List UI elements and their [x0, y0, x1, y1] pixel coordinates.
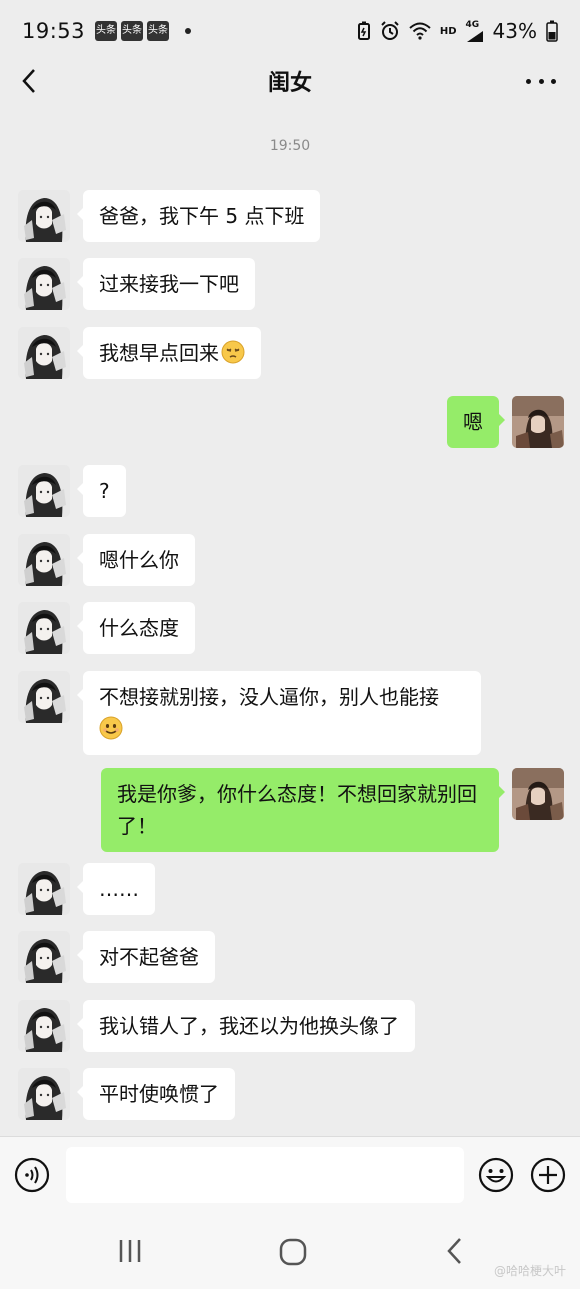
- recent-apps-icon: [119, 1240, 141, 1262]
- signal-icon: 4G: [465, 19, 484, 42]
- message-timestamp: 19:50: [269, 138, 311, 154]
- message-bubble[interactable]: 平时使唤惯了: [77, 1068, 235, 1120]
- message-bubble[interactable]: 我想早点回来: [77, 327, 261, 379]
- hd-label: HD: [439, 25, 457, 37]
- voice-icon: [14, 1157, 50, 1193]
- message-bubble[interactable]: ……: [77, 863, 155, 915]
- message-bubble[interactable]: 什么态度: [77, 602, 195, 654]
- message-row: 对不起爸爸: [18, 931, 215, 983]
- alarm-icon: [380, 21, 400, 41]
- home-icon: [279, 1238, 307, 1266]
- back-arrow-icon: [447, 1238, 461, 1264]
- sleepy-face-icon: [221, 340, 245, 364]
- avatar[interactable]: [18, 534, 70, 586]
- avatar[interactable]: [18, 863, 70, 915]
- wifi-icon: [409, 22, 431, 40]
- message-row: ?: [18, 465, 126, 517]
- message-row: 平时使唤惯了: [18, 1068, 235, 1120]
- system-nav-bar: @哈哈梗大叶: [0, 1214, 580, 1289]
- message-row: 不想接就别接，没人逼你，别人也能接: [18, 671, 481, 755]
- avatar[interactable]: [512, 768, 564, 820]
- message-row: 嗯: [447, 396, 564, 448]
- status-time: 19:53: [22, 19, 86, 43]
- voice-button[interactable]: [14, 1157, 50, 1193]
- avatar[interactable]: [18, 602, 70, 654]
- battery-percent: 43%: [492, 19, 537, 43]
- message-bubble[interactable]: 过来接我一下吧: [77, 258, 255, 310]
- recent-apps-button[interactable]: [117, 1238, 143, 1264]
- avatar[interactable]: [18, 1068, 70, 1120]
- system-back-button[interactable]: [444, 1236, 464, 1266]
- toutiao-app-icon: 头条: [95, 21, 118, 41]
- signal-label: 4G: [465, 19, 480, 30]
- message-row: 嗯什么你: [18, 534, 195, 586]
- plus-button[interactable]: [530, 1157, 566, 1193]
- status-bar: 19:53 头条 头条 头条 HD 4G 43%: [0, 0, 580, 62]
- avatar[interactable]: [18, 465, 70, 517]
- more-button[interactable]: [526, 66, 556, 96]
- message-bubble[interactable]: 我是你爹，你什么态度！不想回家就别回了！: [101, 768, 505, 852]
- avatar[interactable]: [18, 190, 70, 242]
- chat-title: 闺女: [267, 71, 312, 96]
- message-bubble[interactable]: 不想接就别接，没人逼你，别人也能接: [77, 671, 481, 755]
- message-row: 我想早点回来: [18, 327, 261, 379]
- toutiao-app-icon: 头条: [147, 21, 170, 41]
- emoji-icon: [478, 1157, 514, 1193]
- plus-icon: [530, 1157, 566, 1193]
- message-bubble[interactable]: ?: [77, 465, 126, 517]
- avatar[interactable]: [18, 1000, 70, 1052]
- input-bar: [0, 1136, 580, 1214]
- message-bubble[interactable]: 爸爸，我下午 5 点下班: [76, 190, 321, 242]
- chat-header: 闺女: [0, 62, 580, 100]
- chevron-left-icon: [22, 69, 35, 93]
- avatar[interactable]: [18, 931, 70, 983]
- message-bubble[interactable]: 嗯: [447, 396, 505, 448]
- avatar[interactable]: [18, 327, 70, 379]
- home-button[interactable]: [279, 1238, 307, 1266]
- battery-icon: [546, 20, 558, 42]
- message-text: 不想接就别接，没人逼你，别人也能接: [99, 685, 439, 709]
- more-horizontal-icon: [526, 78, 531, 84]
- message-input[interactable]: [66, 1147, 464, 1203]
- message-bubble[interactable]: 我认错人了，我还以为他换头像了: [77, 1000, 415, 1052]
- message-row: 什么态度: [18, 602, 195, 654]
- message-row: 我是你爹，你什么态度！不想回家就别回了！: [101, 768, 564, 852]
- avatar[interactable]: [18, 671, 70, 723]
- message-row: 爸爸，我下午 5 点下班: [18, 190, 321, 242]
- battery-saver-icon: [357, 21, 371, 41]
- notification-dot-icon: [185, 28, 192, 34]
- message-bubble[interactable]: 对不起爸爸: [77, 931, 215, 983]
- emoji-button[interactable]: [478, 1157, 514, 1193]
- avatar[interactable]: [512, 396, 564, 448]
- avatar[interactable]: [18, 258, 70, 310]
- toutiao-app-icon: 头条: [121, 21, 144, 41]
- message-row: ……: [18, 863, 155, 915]
- message-bubble[interactable]: 嗯什么你: [77, 534, 195, 586]
- message-text: 我想早点回来: [99, 341, 219, 365]
- message-row: 过来接我一下吧: [18, 258, 255, 310]
- smile-face-icon: [99, 716, 123, 740]
- watermark: @哈哈梗大叶: [493, 1264, 566, 1278]
- message-row: 我认错人了，我还以为他换头像了: [18, 1000, 415, 1052]
- back-button[interactable]: [18, 64, 44, 98]
